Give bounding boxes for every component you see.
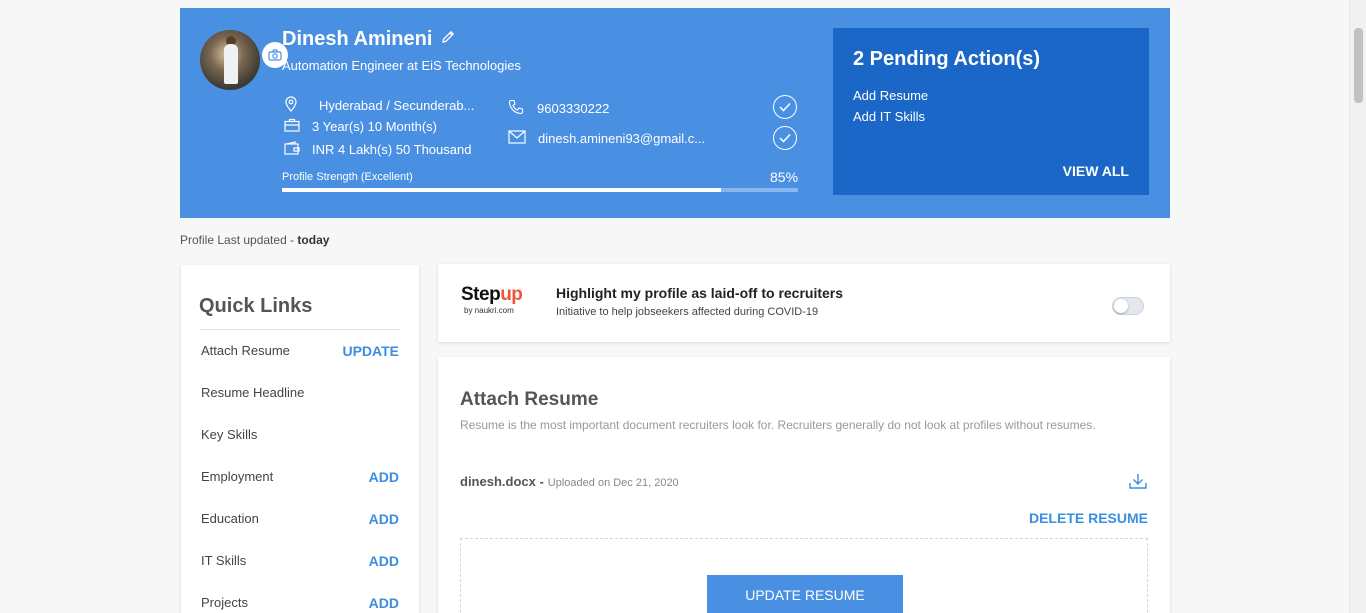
view-all-button[interactable]: VIEW ALL [1063, 163, 1129, 179]
name-row: Dinesh Amineni [282, 28, 456, 51]
last-updated-prefix: Profile Last updated - [180, 233, 298, 247]
quick-link-label[interactable]: Resume Headline [201, 385, 304, 400]
location-text: Hyderabad / Secunderab... [319, 98, 475, 113]
resume-uploaded-date: Uploaded on Dec 21, 2020 [547, 477, 679, 489]
quick-link-action[interactable]: ADD [369, 595, 399, 611]
quick-link-label[interactable]: IT Skills [201, 553, 246, 569]
stepup-logo-by: by naukri.com [464, 306, 514, 315]
quick-links-divider [199, 329, 401, 330]
avatar-container [200, 30, 288, 90]
quick-link-resume-headline[interactable]: Resume Headline [201, 385, 399, 400]
quick-link-employment[interactable]: Employment ADD [201, 469, 399, 485]
quick-link-it-skills[interactable]: IT Skills ADD [201, 553, 399, 569]
profile-name: Dinesh Amineni [282, 28, 433, 50]
quick-link-attach-resume[interactable]: Attach Resume UPDATE [201, 343, 399, 359]
laid-off-toggle[interactable] [1112, 297, 1144, 315]
attach-resume-title: Attach Resume [460, 389, 599, 410]
profile-strength-label: Profile Strength (Excellent) [282, 171, 413, 183]
salary-info: INR 4 Lakh(s) 50 Thousand [284, 141, 471, 158]
stepup-logo-step: Step [461, 284, 501, 305]
pending-actions-panel: 2 Pending Action(s) Add Resume Add IT Sk… [833, 28, 1149, 195]
stepup-laid-off-card: Stepup by naukri.com Highlight my profil… [438, 264, 1170, 342]
quick-link-label[interactable]: Employment [201, 469, 273, 485]
quick-link-projects[interactable]: Projects ADD [201, 595, 399, 611]
mail-icon [508, 130, 538, 147]
wallet-icon [284, 141, 312, 158]
pending-actions-title: 2 Pending Action(s) [853, 48, 1041, 70]
stepup-subtext: Initiative to help jobseekers affected d… [556, 306, 819, 318]
pencil-icon[interactable] [440, 29, 456, 50]
quick-link-label[interactable]: Attach Resume [201, 343, 290, 359]
attach-resume-description: Resume is the most important document re… [460, 418, 1096, 432]
location-info: Hyderabad / Secunderab... [284, 96, 474, 115]
quick-link-action[interactable]: ADD [369, 511, 399, 527]
profile-strength-fill [282, 188, 721, 192]
phone-verified-icon [773, 95, 797, 119]
phone-icon [508, 99, 536, 118]
quick-links-title: Quick Links [199, 295, 313, 317]
quick-link-education[interactable]: Education ADD [201, 511, 399, 527]
profile-header: Dinesh Amineni Automation Engineer at Ei… [180, 8, 1170, 218]
page-scrollbar[interactable] [1349, 0, 1366, 613]
profile-strength-percent: 85% [770, 169, 799, 185]
resume-file-row: dinesh.docx - Uploaded on Dec 21, 2020 [460, 474, 679, 489]
experience-info: 3 Year(s) 10 Month(s) [284, 118, 437, 135]
toggle-knob[interactable] [1114, 299, 1128, 313]
quick-link-action[interactable]: UPDATE [342, 343, 399, 359]
attach-resume-section: Attach Resume Resume is the most importa… [438, 357, 1170, 613]
phone-text: 9603330222 [537, 101, 610, 116]
quick-link-label[interactable]: Education [201, 511, 259, 527]
stepup-logo-up: up [500, 284, 523, 305]
last-updated-value: today [297, 233, 330, 247]
email-verified-icon [773, 126, 797, 150]
scrollbar-thumb[interactable] [1354, 28, 1363, 103]
email-info: dinesh.amineni93@gmail.c... [508, 130, 705, 147]
quick-links-panel: Quick Links Attach Resume UPDATE Resume … [181, 265, 419, 613]
phone-info: 9603330222 [508, 99, 609, 118]
stepup-heading: Highlight my profile as laid-off to recr… [556, 285, 844, 301]
stepup-logo-word: Stepup [461, 284, 523, 306]
update-resume-button[interactable]: UPDATE RESUME [707, 575, 903, 613]
profile-last-updated: Profile Last updated - today [180, 233, 329, 247]
quick-link-key-skills[interactable]: Key Skills [201, 427, 399, 442]
pending-action-add-it-skills[interactable]: Add IT Skills [853, 106, 1129, 127]
download-icon[interactable] [1128, 472, 1148, 495]
avatar[interactable] [200, 30, 260, 90]
quick-link-label[interactable]: Key Skills [201, 427, 257, 442]
quick-link-action[interactable]: ADD [369, 469, 399, 485]
pending-action-add-resume[interactable]: Add Resume [853, 85, 1129, 106]
profile-title: Automation Engineer at EiS Technologies [282, 58, 521, 73]
salary-text: INR 4 Lakh(s) 50 Thousand [312, 142, 472, 157]
email-text: dinesh.amineni93@gmail.c... [538, 131, 706, 146]
delete-resume-button[interactable]: DELETE RESUME [1029, 510, 1148, 526]
quick-link-label[interactable]: Projects [201, 595, 248, 611]
briefcase-icon [284, 118, 312, 135]
profile-strength-bar [282, 188, 798, 192]
resume-dropzone[interactable]: UPDATE RESUME [460, 538, 1148, 613]
location-pin-icon [284, 96, 310, 115]
quick-link-action[interactable]: ADD [369, 553, 399, 569]
avatar-figure [224, 44, 238, 84]
experience-text: 3 Year(s) 10 Month(s) [312, 119, 438, 134]
stepup-logo: Stepup by naukri.com [461, 284, 523, 315]
resume-file-name: dinesh.docx - [460, 474, 544, 489]
